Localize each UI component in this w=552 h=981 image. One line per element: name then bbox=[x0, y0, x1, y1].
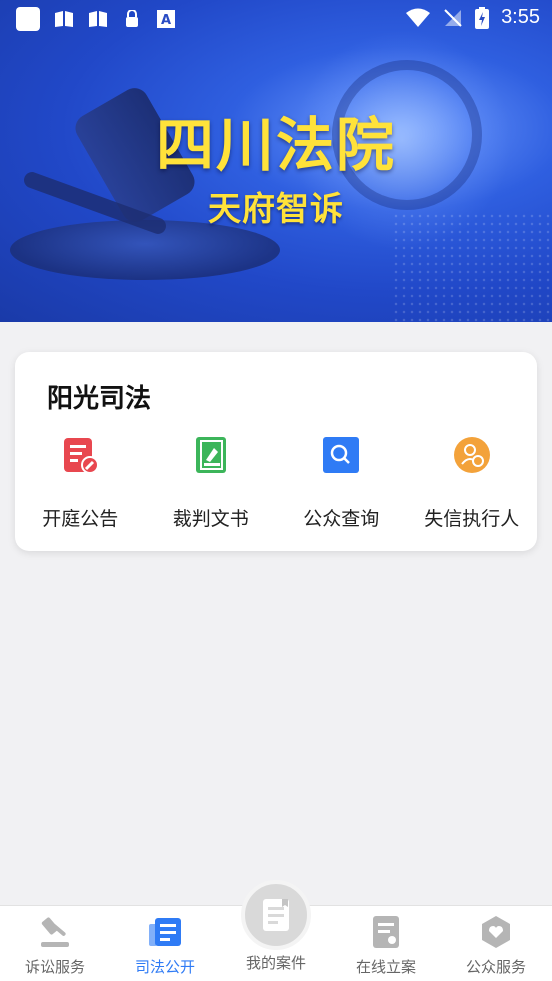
status-bar: A 3:55 bbox=[0, 0, 552, 38]
public-service-icon bbox=[478, 914, 514, 950]
card-title: 阳光司法 bbox=[47, 384, 152, 414]
dishonest-person-icon bbox=[453, 436, 491, 474]
hero-banner: 四川法院 天府智诉 bbox=[0, 0, 552, 322]
public-query-item[interactable]: 公众查询 bbox=[276, 436, 407, 531]
court-notice-item[interactable]: 开庭公告 bbox=[15, 436, 146, 531]
tab-my-cases-label: 我的案件 bbox=[245, 954, 306, 972]
wifi-icon bbox=[406, 8, 431, 27]
battery-charging-icon bbox=[475, 6, 490, 29]
no-signal-icon bbox=[444, 8, 462, 27]
court-notice-label: 开庭公告 bbox=[42, 508, 119, 530]
book-notification-icon-2 bbox=[89, 11, 107, 27]
tab-label: 诉讼服务 bbox=[24, 958, 85, 976]
case-book-icon bbox=[263, 899, 289, 931]
banner-title: 四川法院 bbox=[155, 111, 396, 179]
book-notification-icon bbox=[55, 11, 73, 27]
tab-litigation-service[interactable]: 诉讼服务 bbox=[0, 906, 110, 981]
court-notice-icon bbox=[61, 436, 100, 474]
dishonest-person-label: 失信执行人 bbox=[424, 508, 520, 530]
judgment-document-item[interactable]: 裁判文书 bbox=[146, 436, 277, 531]
font-notification-icon: A bbox=[157, 10, 175, 28]
tab-online-filing[interactable]: 在线立案 bbox=[331, 906, 441, 981]
tab-public-service[interactable]: 公众服务 bbox=[441, 906, 551, 981]
app-notification-icon bbox=[16, 7, 40, 31]
judgment-document-icon bbox=[192, 436, 230, 474]
sunshine-justice-card: 阳光司法 开庭公告 裁判文书 公众查询 失信执行人 bbox=[15, 352, 537, 551]
svg-text:A: A bbox=[161, 13, 171, 28]
tab-label: 在线立案 bbox=[355, 958, 416, 976]
news-icon bbox=[147, 914, 183, 950]
status-time: 3:55 bbox=[501, 6, 540, 28]
gavel-icon bbox=[37, 914, 73, 950]
tab-label: 公众服务 bbox=[465, 958, 526, 976]
dishonest-person-item[interactable]: 失信执行人 bbox=[407, 436, 538, 531]
tab-label: 司法公开 bbox=[134, 958, 195, 976]
search-icon bbox=[322, 436, 360, 474]
lock-notification-icon bbox=[126, 10, 138, 27]
tab-my-cases[interactable] bbox=[241, 880, 311, 950]
banner-subtitle: 天府智诉 bbox=[208, 189, 344, 228]
judgment-document-label: 裁判文书 bbox=[172, 508, 249, 530]
tab-judicial-openness[interactable]: 司法公开 bbox=[110, 906, 220, 981]
filing-icon bbox=[368, 914, 404, 950]
public-query-label: 公众查询 bbox=[303, 508, 380, 530]
